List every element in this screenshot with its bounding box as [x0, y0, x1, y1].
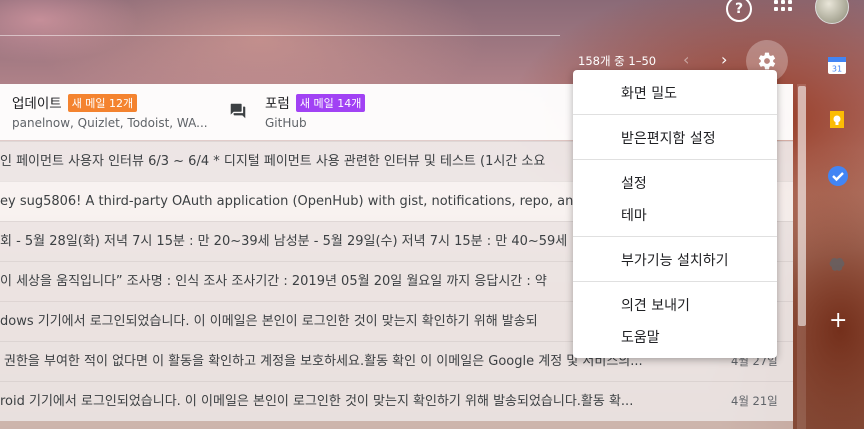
- calendar-icon[interactable]: 31: [827, 55, 847, 79]
- tasks-icon[interactable]: [827, 165, 849, 191]
- row-snippet: 인 페이먼트 사용자 인터뷰 6/3 ~ 6/4 * 디지털 페이먼트 사용 관…: [0, 154, 546, 169]
- tab-updates-badge: 새 메일 12개: [67, 94, 138, 112]
- apps-icon[interactable]: [774, 0, 792, 14]
- menu-item-feedback[interactable]: 의견 보내기: [621, 295, 690, 315]
- menu-item-help[interactable]: 도움말: [621, 327, 660, 347]
- forum-icon: [230, 103, 246, 119]
- addon-icon[interactable]: [827, 255, 847, 279]
- header-divider: [0, 35, 560, 36]
- menu-item-inbox-settings[interactable]: 받은편지함 설정: [621, 128, 716, 148]
- row-snippet: 권한을 부여한 적이 없다면 이 활동을 확인하고 계정을 보호하세요.활동 확…: [4, 354, 643, 369]
- row-snippet: 이 세상을 움직입니다” 조사명 : 인식 조사 조사기간 : 2019년 05…: [0, 274, 547, 289]
- table-row[interactable]: roid 기기에서 로그인되었습니다. 이 이메일은 본인이 로그인한 것이 맞…: [0, 381, 793, 421]
- tab-updates[interactable]: 업데이트 새 메일 12개 panelnow, Quizlet, Todoist,…: [12, 92, 208, 130]
- gear-icon: [758, 52, 776, 70]
- menu-divider: [573, 159, 777, 160]
- row-snippet: 회 - 5월 28일(화) 저녁 7시 15분 : 만 20~39세 남성분 -…: [0, 234, 568, 249]
- calendar-day: 31: [832, 65, 842, 74]
- row-date: 4월 21일: [731, 394, 778, 408]
- row-snippet: ey sug5806! A third-party OAuth applicat…: [0, 194, 601, 209]
- row-snippet: roid 기기에서 로그인되었습니다. 이 이메일은 본인이 로그인한 것이 맞…: [0, 394, 634, 409]
- menu-item-theme[interactable]: 테마: [621, 205, 647, 225]
- menu-divider: [573, 281, 777, 282]
- menu-item-settings[interactable]: 설정: [621, 173, 647, 193]
- tab-updates-senders: panelnow, Quizlet, Todoist, WA...: [12, 116, 208, 130]
- tab-forums-senders: GitHub: [265, 116, 307, 130]
- row-snippet: dows 기기에서 로그인되었습니다. 이 이메일은 본인이 로그인한 것이 맞…: [0, 314, 538, 329]
- tab-updates-title: 업데이트: [12, 96, 62, 112]
- chevron-left-icon[interactable]: ‹: [683, 50, 689, 69]
- menu-divider: [573, 236, 777, 237]
- scrollbar-thumb[interactable]: [798, 86, 806, 326]
- pager-text: 158개 중 1–50: [578, 54, 657, 68]
- menu-item-density[interactable]: 화면 밀도: [621, 83, 677, 103]
- tab-forums[interactable]: 포럼 새 메일 14개 GitHub: [265, 92, 366, 130]
- tab-forums-title: 포럼: [265, 96, 290, 112]
- menu-divider: [573, 114, 777, 115]
- add-icon[interactable]: +: [829, 310, 847, 332]
- chevron-right-icon[interactable]: ›: [721, 50, 727, 69]
- keep-icon[interactable]: [827, 110, 847, 136]
- tab-forums-badge: 새 메일 14개: [295, 94, 366, 112]
- menu-item-addons[interactable]: 부가기능 설치하기: [621, 250, 729, 270]
